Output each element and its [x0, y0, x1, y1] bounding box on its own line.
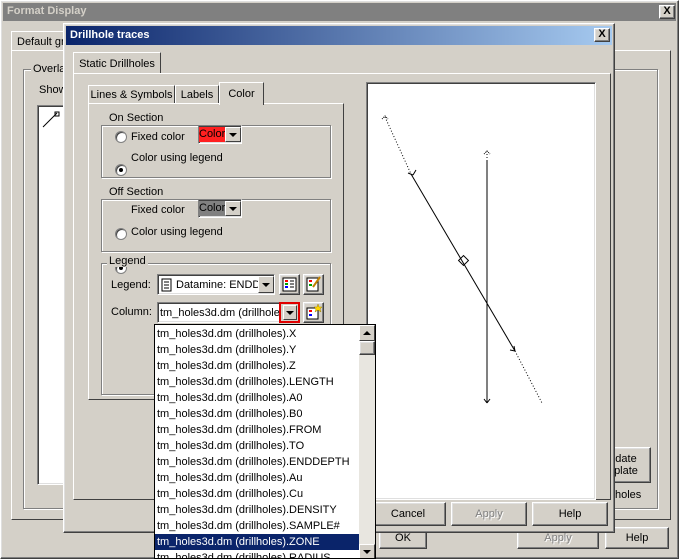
tab-lines-symbols-label: Lines & Symbols: [90, 89, 173, 101]
on-section-legend-radio[interactable]: [115, 164, 127, 176]
column-wizard-button[interactable]: [303, 302, 324, 323]
dialog-close-button[interactable]: X: [594, 28, 610, 42]
drillhole-traces-title: Drillhole traces: [70, 29, 150, 41]
dropdown-scrollbar[interactable]: [359, 325, 375, 558]
off-section-legend-label: Color using legend: [131, 226, 223, 238]
dropdown-item[interactable]: tm_holes3d.dm (drillholes).RADIUS: [155, 550, 359, 558]
legend-combo-value: Datamine: ENDDE: [176, 278, 258, 291]
scroll-down-button[interactable]: [359, 544, 375, 558]
dropdown-item[interactable]: tm_holes3d.dm (drillholes).Cu: [155, 486, 359, 502]
on-section-legend-label: Color using legend: [131, 152, 223, 164]
dropdown-item[interactable]: tm_holes3d.dm (drillholes).B0: [155, 406, 359, 422]
tab-color-label: Color: [228, 88, 255, 100]
dropdown-item[interactable]: tm_holes3d.dm (drillholes).Z: [155, 358, 359, 374]
format-display-close-button[interactable]: X: [659, 5, 675, 19]
legend-edit-icon: [306, 276, 321, 292]
on-section-color-swatch: Color: [199, 127, 226, 142]
scroll-thumb[interactable]: [359, 341, 375, 355]
tab-labels-label: Labels: [180, 89, 214, 101]
scroll-up-button[interactable]: [359, 325, 375, 341]
cancel-button[interactable]: Cancel: [370, 502, 446, 526]
tab-static-drillholes[interactable]: Static Drillholes: [73, 52, 161, 74]
off-section-fixed-color-label: Fixed color: [131, 204, 185, 216]
dropdown-items: tm_holes3d.dm (drillholes).X tm_holes3d.d…: [155, 326, 359, 558]
format-display-title: Format Display: [7, 5, 87, 17]
outer-help-label: Help: [625, 532, 649, 544]
update-template-line2: plate: [614, 465, 638, 477]
legend-group-label: Legend: [107, 255, 148, 267]
off-section-color-picker[interactable]: Color: [198, 199, 242, 218]
help-label: Help: [558, 508, 582, 520]
legend-edit-button[interactable]: [303, 274, 324, 295]
update-template-line1: date: [615, 453, 637, 465]
drillholes-label-tail: holes: [615, 489, 642, 501]
off-section-fixed-color-radio[interactable]: [115, 228, 127, 240]
overlays-group-label: Overla: [31, 63, 68, 75]
tab-color[interactable]: Color: [219, 82, 264, 105]
help-button[interactable]: Help: [532, 502, 608, 526]
close-icon: X: [598, 28, 606, 40]
drillhole-preview-graphic: [381, 115, 543, 404]
dropdown-item[interactable]: tm_holes3d.dm (drillholes).Y: [155, 342, 359, 358]
off-section-color-swatch: Color: [199, 201, 226, 216]
legend-properties-button[interactable]: [279, 274, 300, 295]
tab-static-drillholes-label: Static Drillholes: [79, 57, 155, 70]
chevron-up-icon: [363, 331, 371, 335]
on-section-fixed-color-label: Fixed color: [131, 131, 185, 143]
tab-lines-symbols[interactable]: Lines & Symbols: [88, 85, 175, 104]
chevron-down-icon: [363, 550, 371, 554]
tab-default[interactable]: Default gr: [11, 31, 69, 51]
edit-line-icon: [42, 111, 60, 128]
legend-combo[interactable]: Datamine: ENDDE: [157, 274, 275, 295]
cancel-label: Cancel: [390, 508, 426, 520]
dropdown-item[interactable]: tm_holes3d.dm (drillholes).Au: [155, 470, 359, 486]
column-combo-value: tm_holes3d.dm (drillholes: [160, 306, 286, 319]
on-section-fixed-color-radio[interactable]: [115, 131, 127, 143]
dropdown-item[interactable]: tm_holes3d.dm (drillholes).FROM: [155, 422, 359, 438]
dropdown-item[interactable]: tm_holes3d.dm (drillholes).A0: [155, 390, 359, 406]
dropdown-item[interactable]: tm_holes3d.dm (drillholes).LENGTH: [155, 374, 359, 390]
column-dropdown-list[interactable]: tm_holes3d.dm (drillholes).X tm_holes3d.d…: [154, 324, 376, 559]
dropdown-item[interactable]: tm_holes3d.dm (drillholes).ENDDEPTH: [155, 454, 359, 470]
drillhole-traces-titlebar: Drillhole traces X: [66, 26, 612, 45]
dropdown-item[interactable]: tm_holes3d.dm (drillholes).ZONE: [155, 534, 359, 550]
outer-apply-label: Apply: [544, 532, 572, 544]
ok-label: OK: [395, 532, 411, 544]
column-dropdown-button[interactable]: [279, 302, 300, 323]
legend-list-icon: [282, 277, 297, 292]
off-section-label: Off Section: [107, 186, 166, 198]
apply-button[interactable]: Apply: [451, 502, 527, 526]
dropdown-item[interactable]: tm_holes3d.dm (drillholes).X: [155, 326, 359, 342]
legend-wizard-icon: [306, 303, 323, 320]
close-icon: X: [663, 5, 671, 17]
chevron-down-icon: [282, 305, 297, 320]
chevron-down-icon[interactable]: [225, 127, 241, 142]
tab-labels[interactable]: Labels: [175, 85, 219, 104]
document-icon: [161, 278, 172, 291]
apply-label: Apply: [475, 508, 503, 520]
format-display-titlebar: Format Display X: [3, 3, 676, 21]
on-section-color-picker[interactable]: Color: [198, 125, 242, 144]
column-label: Column:: [111, 306, 152, 318]
dropdown-item[interactable]: tm_holes3d.dm (drillholes).TO: [155, 438, 359, 454]
legend-label: Legend:: [111, 279, 151, 291]
chevron-down-icon[interactable]: [225, 201, 241, 216]
dropdown-item[interactable]: tm_holes3d.dm (drillholes).SAMPLE#: [155, 518, 359, 534]
dropdown-item[interactable]: tm_holes3d.dm (drillholes).DENSITY: [155, 502, 359, 518]
chevron-down-icon[interactable]: [258, 276, 274, 293]
on-section-label: On Section: [107, 112, 166, 124]
drillhole-preview: [366, 82, 596, 500]
tab-default-label: Default gr: [17, 35, 65, 48]
